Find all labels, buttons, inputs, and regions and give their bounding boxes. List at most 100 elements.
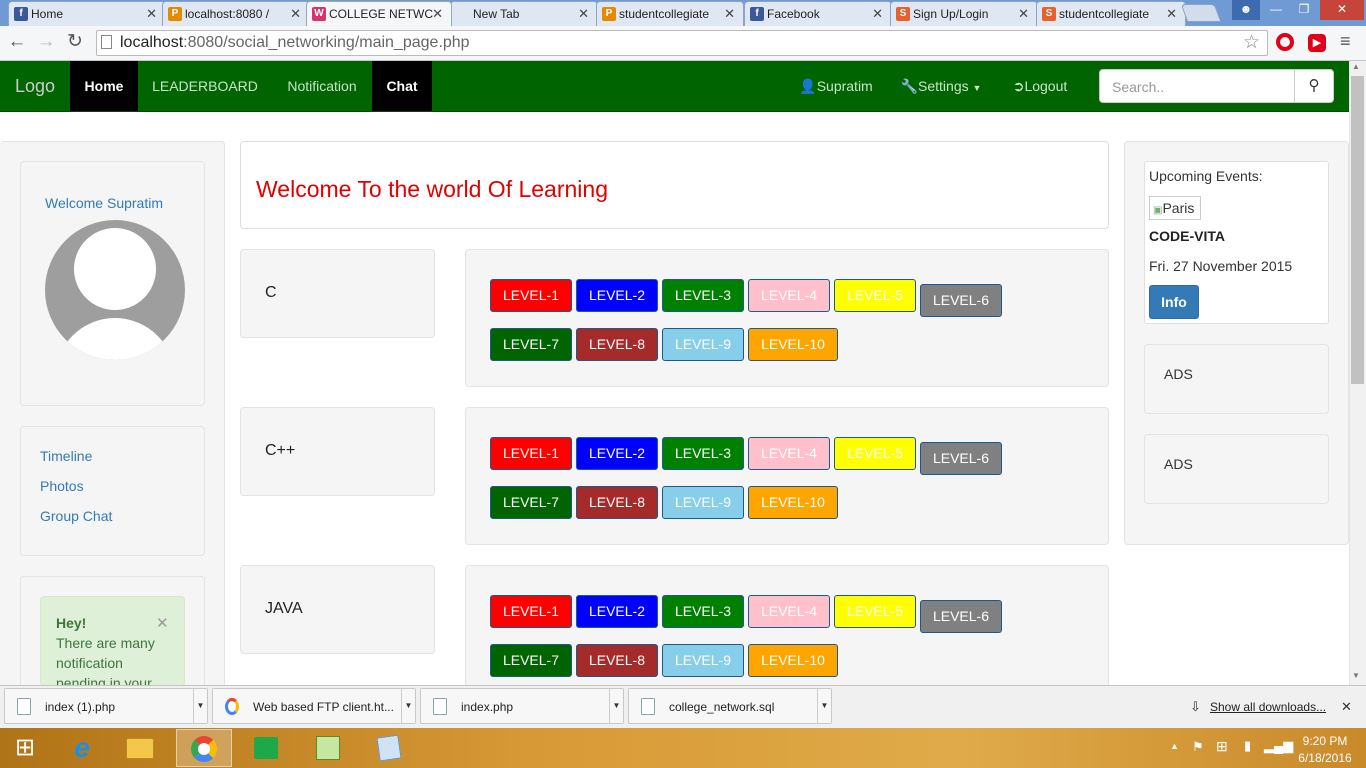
level-3-button[interactable]: LEVEL-3: [662, 437, 744, 470]
download-item[interactable]: index (1).php ▼: [4, 688, 208, 724]
logo[interactable]: Logo: [0, 61, 70, 111]
chevron-down-icon[interactable]: ▼: [609, 689, 623, 723]
level-4-button[interactable]: LEVEL-4: [748, 279, 830, 312]
clock-time[interactable]: 9:20 PM: [1300, 734, 1350, 748]
level-3-button[interactable]: LEVEL-3: [662, 279, 744, 312]
nav-settings[interactable]: 🔧Settings ▼: [892, 61, 990, 111]
level-2-button[interactable]: LEVEL-2: [576, 279, 658, 312]
opera-icon[interactable]: [1276, 33, 1294, 51]
browser-tab[interactable]: New Tab ✕: [450, 1, 598, 26]
search-button[interactable]: ⚲: [1294, 69, 1334, 103]
battery-icon[interactable]: ▮: [1244, 738, 1251, 754]
user-profile-icon[interactable]: ☻: [1232, 0, 1260, 20]
level-8-button[interactable]: LEVEL-8: [576, 486, 658, 519]
browser-tab[interactable]: f Home ✕: [8, 1, 166, 26]
group-chat-link[interactable]: Group Chat: [40, 508, 112, 524]
extension-icon[interactable]: ▶: [1308, 34, 1326, 52]
scroll-up-icon[interactable]: ▲: [1352, 62, 1360, 71]
nav-chat[interactable]: Chat: [372, 61, 432, 111]
store-icon[interactable]: [238, 729, 294, 767]
level-1-button[interactable]: LEVEL-1: [490, 595, 572, 628]
browser-tab[interactable]: W COLLEGE NETWC ✕: [306, 1, 452, 26]
internet-explorer-icon[interactable]: e: [54, 729, 110, 767]
info-button[interactable]: Info: [1149, 285, 1199, 319]
back-arrow-icon[interactable]: ←: [6, 31, 28, 53]
level-10-button[interactable]: LEVEL-10: [748, 328, 838, 361]
nav-home[interactable]: Home: [70, 61, 138, 111]
windows-flag-icon[interactable]: ⊞: [1216, 738, 1228, 755]
alert-close-icon[interactable]: ✕: [156, 614, 169, 632]
level-9-button[interactable]: LEVEL-9: [662, 486, 744, 519]
tab-close-icon[interactable]: ✕: [872, 6, 883, 22]
forward-arrow-icon[interactable]: →: [35, 31, 57, 53]
reload-icon[interactable]: ↻: [64, 31, 86, 53]
file-explorer-icon[interactable]: [112, 729, 168, 767]
photos-link[interactable]: Photos: [40, 478, 84, 494]
level-7-button[interactable]: LEVEL-7: [490, 486, 572, 519]
scroll-down-icon[interactable]: ▼: [1352, 671, 1360, 680]
timeline-link[interactable]: Timeline: [40, 448, 92, 464]
chevron-down-icon[interactable]: ▼: [193, 689, 207, 723]
level-7-button[interactable]: LEVEL-7: [490, 328, 572, 361]
download-item[interactable]: college_network.sql ▼: [628, 688, 832, 724]
maximize-button[interactable]: ❐: [1290, 0, 1318, 20]
download-item[interactable]: index.php ▼: [420, 688, 624, 724]
chevron-down-icon[interactable]: ▼: [401, 689, 415, 723]
level-5-button[interactable]: LEVEL-5: [834, 595, 916, 628]
browser-tab[interactable]: S Sign Up/Login ✕: [890, 1, 1038, 26]
start-button-icon[interactable]: ⊞: [0, 729, 50, 767]
network-signal-icon[interactable]: ▂▄▆: [1264, 738, 1293, 754]
browser-tab[interactable]: Sstudentcollegiate ✕: [1036, 1, 1186, 26]
level-5-button[interactable]: LEVEL-5: [834, 437, 916, 470]
bookmark-star-icon[interactable]: ☆: [1243, 31, 1260, 54]
minimize-button[interactable]: —: [1262, 0, 1290, 20]
level-8-button[interactable]: LEVEL-8: [576, 644, 658, 677]
level-9-button[interactable]: LEVEL-9: [662, 644, 744, 677]
search-input[interactable]: Search..: [1099, 69, 1296, 103]
nav-leaderboard[interactable]: LEADERBOARD: [138, 61, 272, 111]
nav-notification[interactable]: Notification: [272, 61, 372, 111]
new-tab-button[interactable]: [1180, 4, 1222, 22]
browser-tab[interactable]: f Facebook ✕: [744, 1, 892, 26]
tab-close-icon[interactable]: ✕: [146, 6, 157, 22]
close-window-button[interactable]: ✕: [1320, 0, 1364, 20]
chrome-taskbar-icon[interactable]: [176, 729, 232, 767]
tray-expand-icon[interactable]: ▲: [1170, 741, 1179, 751]
level-10-button[interactable]: LEVEL-10: [748, 486, 838, 519]
scrollbar-thumb[interactable]: [1351, 76, 1364, 384]
level-8-button[interactable]: LEVEL-8: [576, 328, 658, 361]
notepad-plus-icon[interactable]: [300, 729, 356, 767]
level-4-button[interactable]: LEVEL-4: [748, 595, 830, 628]
tab-close-icon[interactable]: ✕: [432, 6, 443, 22]
welcome-user-link[interactable]: Welcome Supratim: [45, 195, 163, 211]
action-center-icon[interactable]: ⚑: [1192, 739, 1204, 755]
browser-tab[interactable]: Plocalhost:8080 / ✕: [162, 1, 310, 26]
level-2-button[interactable]: LEVEL-2: [576, 595, 658, 628]
tab-close-icon[interactable]: ✕: [290, 6, 301, 22]
tab-close-icon[interactable]: ✕: [724, 6, 735, 22]
tab-close-icon[interactable]: ✕: [1018, 6, 1029, 22]
tab-close-icon[interactable]: ✕: [578, 6, 589, 22]
browser-tab[interactable]: Pstudentcollegiate ✕: [596, 1, 744, 26]
level-1-button[interactable]: LEVEL-1: [490, 437, 572, 470]
nav-user[interactable]: 👤Supratim: [788, 61, 884, 111]
level-6-button[interactable]: LEVEL-6: [920, 284, 1002, 317]
level-6-button[interactable]: LEVEL-6: [920, 442, 1002, 475]
notepad-icon[interactable]: [362, 729, 418, 767]
menu-icon[interactable]: ≡: [1340, 31, 1351, 52]
level-1-button[interactable]: LEVEL-1: [490, 279, 572, 312]
level-3-button[interactable]: LEVEL-3: [662, 595, 744, 628]
tab-close-icon[interactable]: ✕: [1166, 6, 1177, 22]
level-7-button[interactable]: LEVEL-7: [490, 644, 572, 677]
level-10-button[interactable]: LEVEL-10: [748, 644, 838, 677]
download-item[interactable]: Web based FTP client.ht... ▼: [212, 688, 416, 724]
level-5-button[interactable]: LEVEL-5: [834, 279, 916, 312]
level-4-button[interactable]: LEVEL-4: [748, 437, 830, 470]
show-all-downloads-link[interactable]: Show all downloads...: [1210, 700, 1326, 714]
level-6-button[interactable]: LEVEL-6: [920, 600, 1002, 633]
level-9-button[interactable]: LEVEL-9: [662, 328, 744, 361]
chevron-down-icon[interactable]: ▼: [817, 689, 831, 723]
clock-date[interactable]: 6/18/2016: [1296, 751, 1354, 765]
close-downloads-icon[interactable]: ✕: [1341, 699, 1352, 715]
nav-logout[interactable]: ➲Logout: [1000, 61, 1080, 111]
